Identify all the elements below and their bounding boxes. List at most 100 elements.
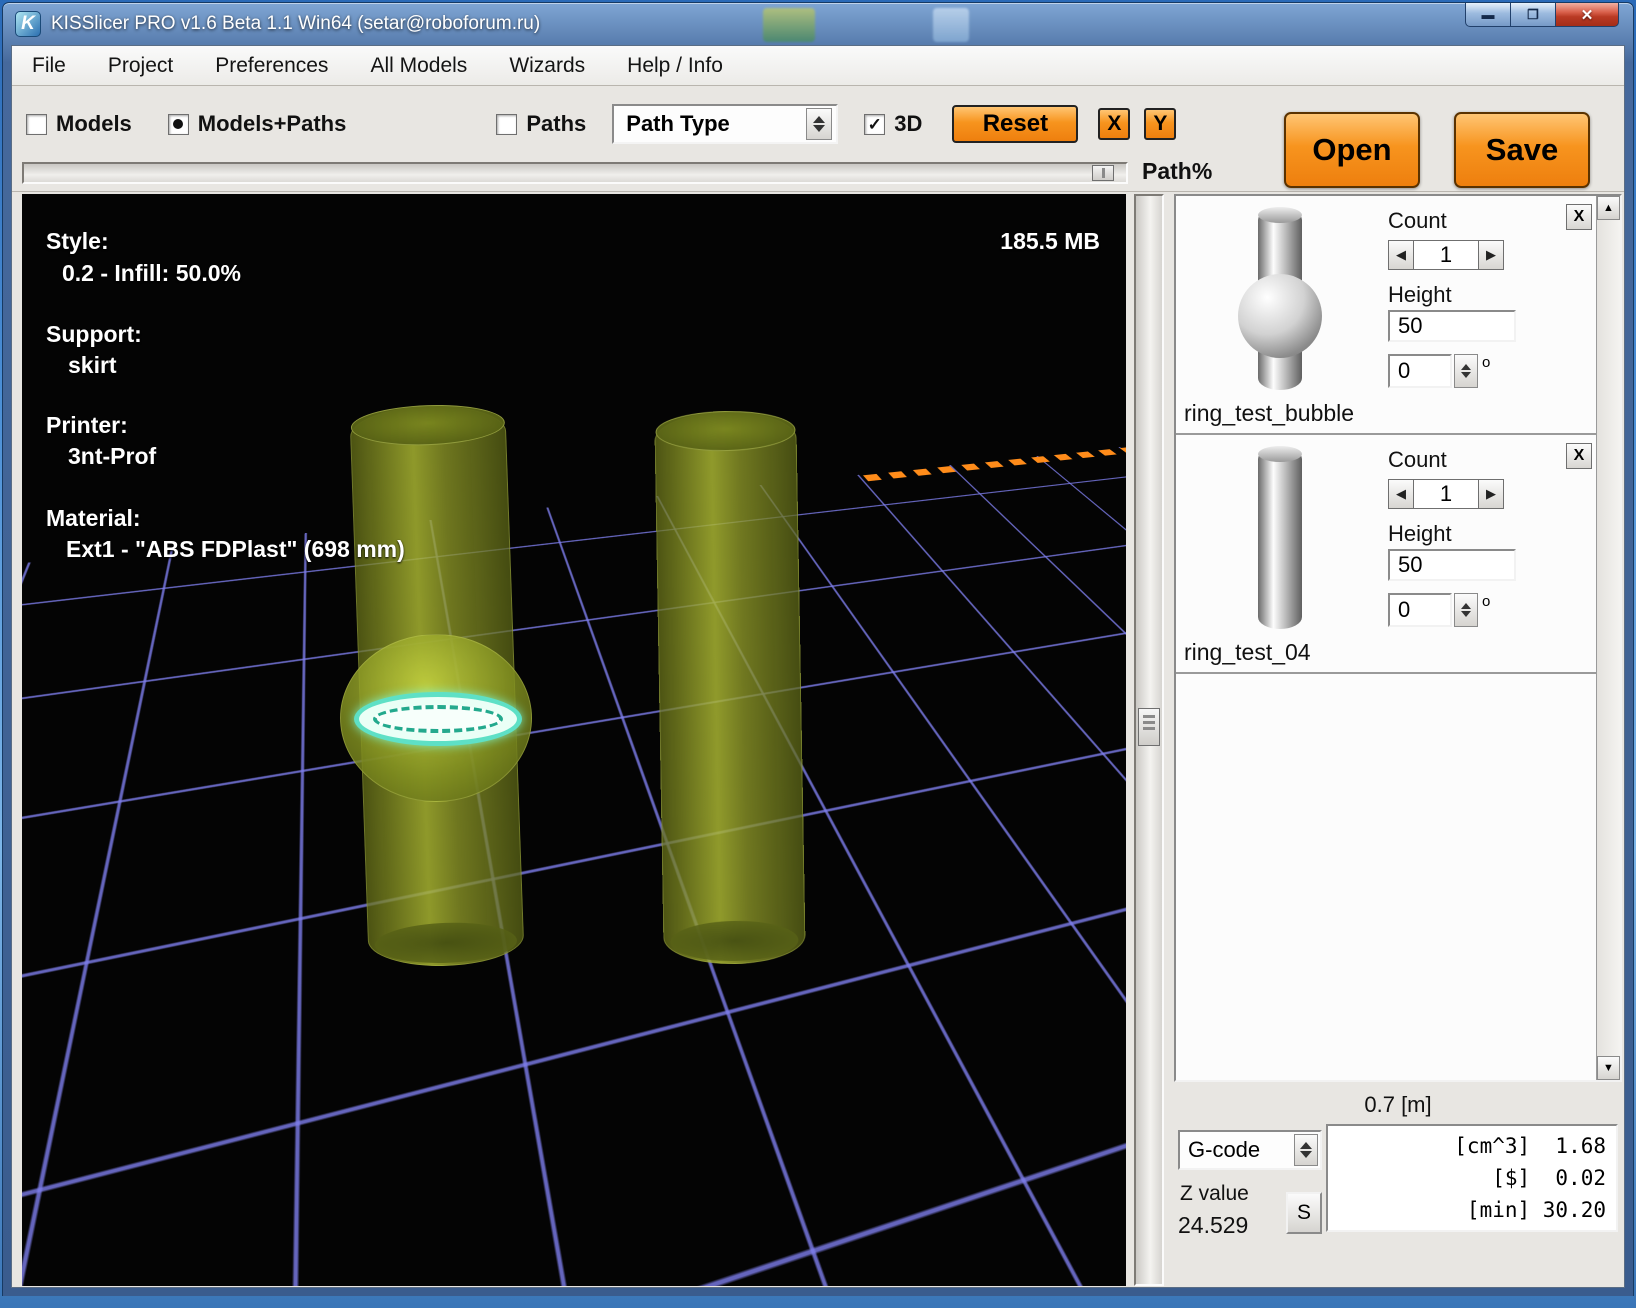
model-thumbnail bbox=[1258, 447, 1302, 629]
path-percent-slider-handle[interactable] bbox=[1092, 165, 1114, 181]
radio-paths-box[interactable] bbox=[496, 114, 517, 135]
remove-model-button[interactable]: X bbox=[1566, 443, 1592, 469]
build-plate-grid bbox=[22, 194, 1126, 1286]
scroll-up-icon[interactable]: ▲ bbox=[1597, 196, 1620, 220]
menu-all-models[interactable]: All Models bbox=[370, 54, 467, 78]
titlebar-glass-artifact bbox=[933, 8, 969, 42]
minimize-button[interactable]: ▬ bbox=[1465, 3, 1511, 27]
height-label: Height bbox=[1388, 521, 1452, 547]
gcode-label: G-code bbox=[1188, 1137, 1260, 1163]
spinner-down-icon[interactable] bbox=[1461, 372, 1471, 378]
checkbox-3d[interactable]: ✓ 3D bbox=[864, 111, 922, 137]
models-panel: Count X ◀ 1 ▶ Height 50 0 bbox=[1174, 194, 1622, 1286]
material-label: Material: bbox=[46, 505, 141, 532]
path-percent-label: Path% bbox=[1142, 158, 1212, 185]
open-button[interactable]: Open bbox=[1284, 112, 1420, 188]
style-label: Style: bbox=[46, 228, 109, 255]
printer-label: Printer: bbox=[46, 412, 128, 439]
model-thumbnail-bubble bbox=[1238, 274, 1322, 358]
menu-preferences[interactable]: Preferences bbox=[215, 54, 328, 78]
spinner-down-icon[interactable] bbox=[1300, 1151, 1312, 1158]
radio-models-paths-label: Models+Paths bbox=[198, 111, 347, 137]
filament-length: 0.7 [m] bbox=[1174, 1086, 1622, 1118]
titlebar[interactable]: K KISSlicer PRO v1.6 Beta 1.1 Win64 (set… bbox=[3, 3, 1633, 45]
y-axis-button[interactable]: Y bbox=[1144, 108, 1176, 140]
s-button[interactable]: S bbox=[1286, 1192, 1322, 1234]
stat-time: [min] 30.20 bbox=[1328, 1194, 1606, 1226]
gcode-spinner[interactable] bbox=[1294, 1134, 1318, 1166]
radio-models-label: Models bbox=[56, 111, 132, 137]
menu-project[interactable]: Project bbox=[108, 54, 173, 78]
menu-file[interactable]: File bbox=[32, 54, 66, 78]
model-list-scrollbar[interactable]: ▲ ▼ bbox=[1596, 196, 1620, 1080]
count-decrement-icon[interactable]: ◀ bbox=[1388, 240, 1414, 270]
z-layer-slider[interactable] bbox=[1134, 194, 1164, 1286]
menubar: File Project Preferences All Models Wiza… bbox=[12, 46, 1624, 86]
path-type-label: Path Type bbox=[626, 111, 730, 137]
count-increment-icon[interactable]: ▶ bbox=[1478, 240, 1504, 270]
spinner-up-icon[interactable] bbox=[1461, 603, 1471, 609]
titlebar-glass-artifact bbox=[763, 8, 815, 42]
model-card-ring-test-04[interactable]: Count X ◀ 1 ▶ Height 50 0 bbox=[1176, 435, 1598, 674]
path-percent-slider[interactable] bbox=[22, 162, 1128, 184]
rotation-spinner[interactable] bbox=[1454, 593, 1478, 627]
degree-suffix: o bbox=[1482, 593, 1490, 610]
stat-cost: [$] 0.02 bbox=[1328, 1162, 1606, 1194]
radio-models[interactable]: Models bbox=[26, 111, 132, 137]
remove-model-button[interactable]: X bbox=[1566, 204, 1592, 230]
count-decrement-icon[interactable]: ◀ bbox=[1388, 479, 1414, 509]
main-area: Style: 0.2 - Infill: 50.0% Support: skir… bbox=[12, 192, 1624, 1287]
window-title: KISSlicer PRO v1.6 Beta 1.1 Win64 (setar… bbox=[51, 13, 540, 35]
spinner-up-icon[interactable] bbox=[813, 116, 825, 123]
checkbox-3d-box[interactable]: ✓ bbox=[864, 114, 885, 135]
count-stepper[interactable]: ◀ 1 ▶ bbox=[1388, 479, 1504, 509]
path-type-spinner[interactable] bbox=[806, 108, 832, 140]
radio-paths[interactable]: Paths bbox=[496, 111, 586, 137]
checkbox-3d-label: 3D bbox=[894, 111, 922, 137]
maximize-button[interactable]: ❐ bbox=[1511, 3, 1555, 27]
x-axis-button[interactable]: X bbox=[1098, 108, 1130, 140]
panel-footer: 0.7 [m] G-code [cm^3] 1.68 [$] 0.02 [min… bbox=[1174, 1086, 1622, 1286]
rotation-field[interactable]: 0 bbox=[1388, 593, 1452, 627]
radio-models-paths[interactable]: Models+Paths bbox=[168, 111, 347, 137]
model-list: Count X ◀ 1 ▶ Height 50 0 bbox=[1174, 194, 1622, 1082]
style-value: 0.2 - Infill: 50.0% bbox=[62, 260, 241, 287]
scroll-down-icon[interactable]: ▼ bbox=[1597, 1056, 1620, 1080]
rotation-spinner[interactable] bbox=[1454, 354, 1478, 388]
z-layer-slider-handle[interactable] bbox=[1138, 708, 1160, 746]
material-value: Ext1 - "ABS FDPlast" (698 mm) bbox=[66, 536, 405, 563]
radio-models-paths-box[interactable] bbox=[168, 114, 189, 135]
count-value: 1 bbox=[1414, 479, 1478, 509]
support-value: skirt bbox=[68, 352, 117, 379]
save-button[interactable]: Save bbox=[1454, 112, 1590, 188]
path-type-select[interactable]: Path Type bbox=[612, 104, 838, 144]
model-card-ring-test-bubble[interactable]: Count X ◀ 1 ▶ Height 50 0 bbox=[1176, 196, 1598, 435]
height-field[interactable]: 50 bbox=[1388, 549, 1516, 581]
count-stepper[interactable]: ◀ 1 ▶ bbox=[1388, 240, 1504, 270]
count-increment-icon[interactable]: ▶ bbox=[1478, 479, 1504, 509]
height-label: Height bbox=[1388, 282, 1452, 308]
count-value: 1 bbox=[1414, 240, 1478, 270]
spinner-down-icon[interactable] bbox=[813, 125, 825, 132]
radio-paths-label: Paths bbox=[526, 111, 586, 137]
z-value-label: Z value bbox=[1180, 1182, 1249, 1206]
memory-usage: 185.5 MB bbox=[1000, 228, 1100, 255]
spinner-down-icon[interactable] bbox=[1461, 611, 1471, 617]
rotation-field[interactable]: 0 bbox=[1388, 354, 1452, 388]
sliced-ring-path bbox=[354, 692, 522, 746]
window-body: File Project Preferences All Models Wiza… bbox=[11, 45, 1625, 1288]
model-name: ring_test_bubble bbox=[1184, 400, 1354, 427]
reset-button[interactable]: Reset bbox=[952, 105, 1078, 143]
close-button[interactable]: ✕ bbox=[1555, 3, 1619, 27]
radio-models-box[interactable] bbox=[26, 114, 47, 135]
spinner-up-icon[interactable] bbox=[1300, 1142, 1312, 1149]
app-icon: K bbox=[15, 11, 41, 37]
spinner-up-icon[interactable] bbox=[1461, 364, 1471, 370]
viewport-3d[interactable]: Style: 0.2 - Infill: 50.0% Support: skir… bbox=[22, 194, 1126, 1286]
height-field[interactable]: 50 bbox=[1388, 310, 1516, 342]
model-ring-test-04-mesh[interactable] bbox=[654, 411, 806, 965]
menu-wizards[interactable]: Wizards bbox=[509, 54, 585, 78]
gcode-select[interactable]: G-code bbox=[1178, 1130, 1322, 1170]
menu-help-info[interactable]: Help / Info bbox=[627, 54, 723, 78]
model-name: ring_test_04 bbox=[1184, 639, 1311, 666]
